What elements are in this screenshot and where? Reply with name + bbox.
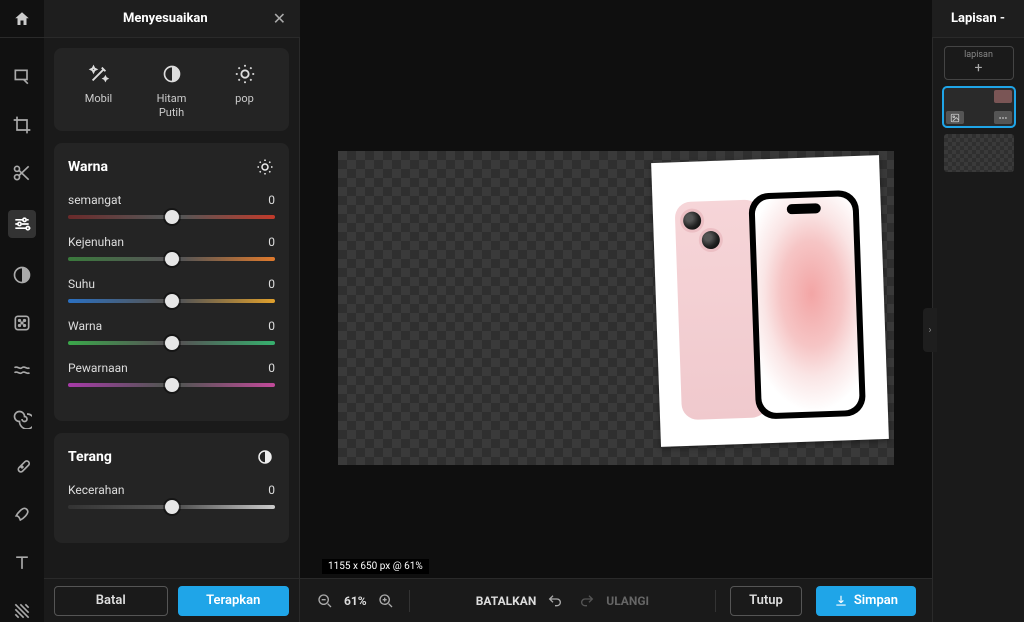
layers-panel: › lapisan + bbox=[932, 38, 1024, 622]
zoom-out-icon[interactable] bbox=[316, 592, 334, 610]
tool-brush[interactable] bbox=[11, 504, 33, 526]
slider-label: Kejenuhan bbox=[68, 235, 124, 249]
undo-button[interactable]: BATALKAN bbox=[476, 594, 537, 608]
tool-crop[interactable] bbox=[11, 114, 33, 136]
tool-cut[interactable] bbox=[11, 162, 33, 184]
group-warna: Warna semangat0Kejenuhan0Suhu0Warna0Pewa… bbox=[54, 143, 289, 421]
slider-label: semangat bbox=[68, 193, 121, 207]
panel-close-button[interactable]: ✕ bbox=[273, 9, 286, 28]
image-icon bbox=[946, 111, 964, 124]
slider-value: 0 bbox=[268, 361, 275, 375]
cancel-button[interactable]: Batal bbox=[54, 586, 168, 616]
slider-value: 0 bbox=[268, 277, 275, 291]
slider-warna: Warna 0 bbox=[68, 319, 275, 345]
presets-card: Mobil Hitam Putih pop bbox=[54, 48, 289, 131]
wand-icon bbox=[87, 62, 111, 86]
slider-semangat: semangat 0 bbox=[68, 193, 275, 219]
tool-text[interactable] bbox=[11, 552, 33, 574]
download-icon bbox=[834, 594, 848, 608]
preset-label: Hitam Putih bbox=[157, 92, 187, 121]
top-spacer bbox=[300, 0, 932, 38]
preset-label: pop bbox=[235, 92, 254, 106]
slider-pewarnaan: Pewarnaan 0 bbox=[68, 361, 275, 387]
canvas-stage[interactable]: 1155 x 650 px @ 61% bbox=[300, 38, 932, 578]
tool-adjust[interactable] bbox=[8, 210, 36, 238]
tool-strip bbox=[0, 38, 44, 622]
group-title: Terang bbox=[68, 449, 112, 465]
sun-gear-icon bbox=[233, 62, 257, 86]
slider-track[interactable] bbox=[68, 299, 275, 303]
slider-thumb[interactable] bbox=[165, 252, 179, 266]
contrast-icon bbox=[160, 62, 184, 86]
canvas-dimensions-badge: 1155 x 650 px @ 61% bbox=[322, 559, 429, 574]
zoom-value: 61% bbox=[344, 594, 367, 608]
plus-icon: + bbox=[975, 61, 983, 75]
adjust-panel: Mobil Hitam Putih pop Warna semangat0Kej… bbox=[44, 38, 300, 622]
slider-thumb[interactable] bbox=[165, 336, 179, 350]
slider-thumb[interactable] bbox=[165, 378, 179, 392]
add-layer-button[interactable]: lapisan + bbox=[944, 46, 1014, 80]
preset-label: Mobil bbox=[85, 92, 112, 106]
group-title: Warna bbox=[68, 159, 108, 175]
canvas-toolbar: 61% BATALKAN ULANGI Tutup Simpan bbox=[300, 578, 932, 622]
layers-collapse-handle[interactable]: › bbox=[923, 308, 937, 352]
gear-icon[interactable] bbox=[255, 157, 275, 177]
phone-front-illustration bbox=[748, 190, 866, 420]
panel-footer: Batal Terapkan bbox=[44, 578, 299, 622]
image-layer[interactable] bbox=[651, 155, 889, 447]
slider-label: Kecerahan bbox=[68, 483, 125, 497]
tool-heal[interactable] bbox=[11, 456, 33, 478]
slider-track[interactable] bbox=[68, 505, 275, 509]
panel-title: Menyesuaikan bbox=[123, 11, 208, 26]
contrast-icon[interactable] bbox=[255, 447, 275, 467]
canvas-checker bbox=[338, 151, 894, 465]
layer-options-icon[interactable] bbox=[994, 111, 1012, 124]
slider-kecerahan: Kecerahan 0 bbox=[68, 483, 275, 509]
layer-thumb-1[interactable] bbox=[944, 88, 1014, 126]
slider-value: 0 bbox=[268, 319, 275, 333]
apply-button[interactable]: Terapkan bbox=[178, 586, 290, 616]
redo-button: ULANGI bbox=[606, 594, 649, 608]
tool-pattern[interactable] bbox=[11, 600, 33, 622]
preset-pop[interactable]: pop bbox=[210, 62, 280, 121]
preset-mobil[interactable]: Mobil bbox=[64, 62, 134, 121]
slider-label: Pewarnaan bbox=[68, 361, 128, 375]
slider-thumb[interactable] bbox=[165, 210, 179, 224]
slider-suhu: Suhu 0 bbox=[68, 277, 275, 303]
tool-select[interactable] bbox=[11, 66, 33, 88]
slider-value: 0 bbox=[268, 235, 275, 249]
preset-hitam-putih[interactable]: Hitam Putih bbox=[137, 62, 207, 121]
slider-track[interactable] bbox=[68, 383, 275, 387]
slider-kejenuhan: Kejenuhan 0 bbox=[68, 235, 275, 261]
zoom-in-icon[interactable] bbox=[377, 592, 395, 610]
panel-title-bar: Menyesuaikan ✕ bbox=[44, 0, 300, 38]
layer-preview-icon bbox=[994, 90, 1012, 103]
slider-value: 0 bbox=[268, 483, 275, 497]
undo-icon[interactable] bbox=[546, 592, 564, 610]
slider-label: Suhu bbox=[68, 277, 95, 291]
redo-icon[interactable] bbox=[578, 592, 596, 610]
home-button[interactable] bbox=[0, 0, 44, 38]
layer-thumb-bg[interactable] bbox=[944, 134, 1014, 172]
slider-value: 0 bbox=[268, 193, 275, 207]
close-button[interactable]: Tutup bbox=[730, 586, 802, 616]
slider-label: Warna bbox=[68, 319, 102, 333]
save-button[interactable]: Simpan bbox=[816, 586, 916, 616]
save-label: Simpan bbox=[854, 593, 898, 608]
tool-grain[interactable] bbox=[11, 312, 33, 334]
layers-header[interactable]: Lapisan - bbox=[932, 0, 1024, 38]
group-terang: Terang Kecerahan 0 bbox=[54, 433, 289, 543]
slider-track[interactable] bbox=[68, 257, 275, 261]
tool-liquify[interactable] bbox=[11, 360, 33, 382]
tool-contrast[interactable] bbox=[11, 264, 33, 286]
slider-track[interactable] bbox=[68, 341, 275, 345]
canvas-area: 1155 x 650 px @ 61% 61% BATALKAN ULANGI … bbox=[300, 38, 932, 622]
slider-thumb[interactable] bbox=[165, 500, 179, 514]
slider-thumb[interactable] bbox=[165, 294, 179, 308]
slider-track[interactable] bbox=[68, 215, 275, 219]
tool-spiral[interactable] bbox=[11, 408, 33, 430]
